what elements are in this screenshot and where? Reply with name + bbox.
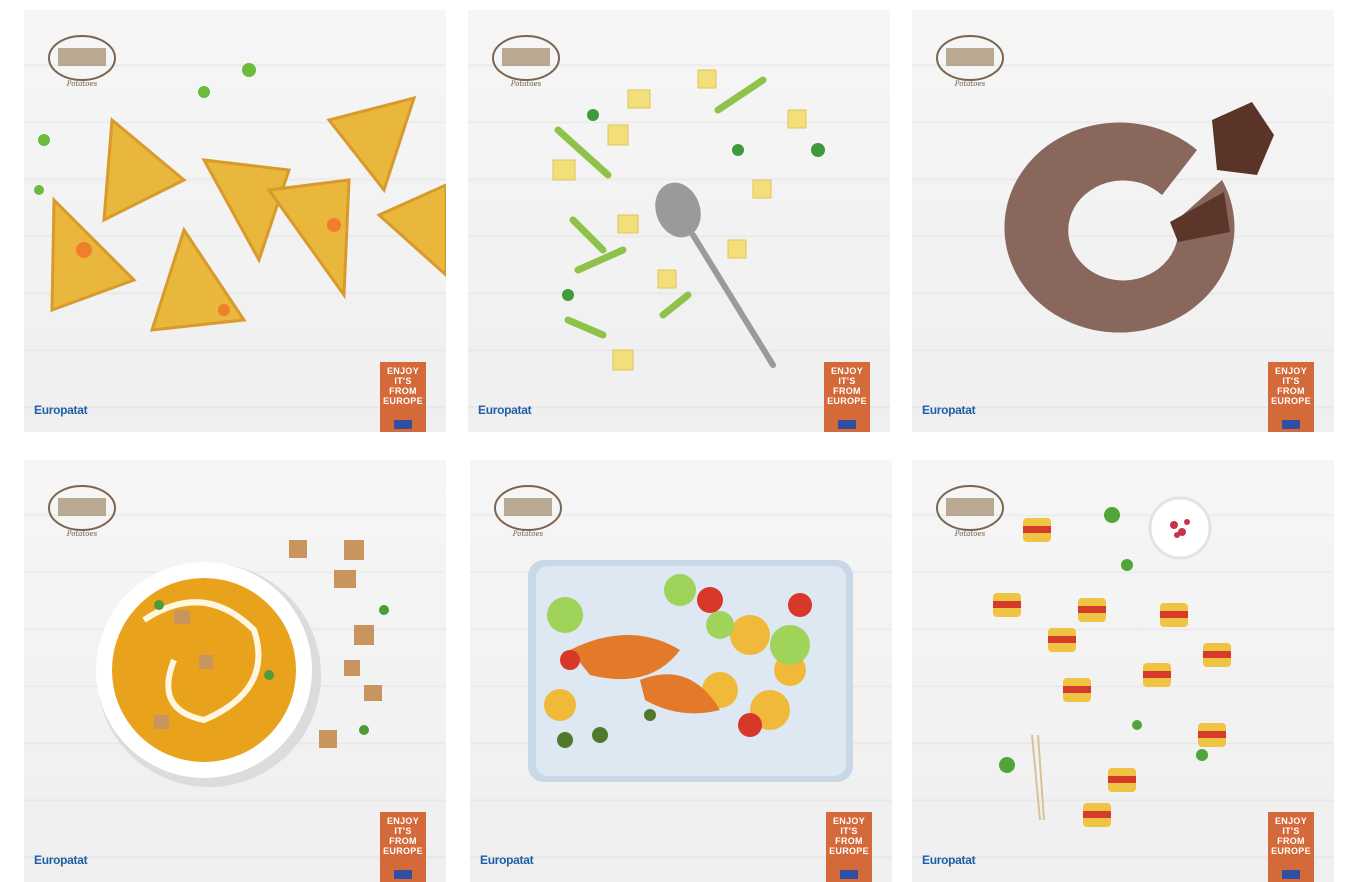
seal-label: Potatoes [954,530,986,538]
badge-line-1: ENJOY [830,366,863,376]
potatoes-seal-logo [494,485,562,531]
eu-flag-icon [838,420,856,429]
badge-line-2: IT'S FROM [1277,376,1305,396]
tile-pie-wedges: Potatoes Europatat ENJOY IT'S FROM EUROP… [24,10,446,432]
enjoy-badge: ENJOY IT'S FROM EUROPE [1268,812,1314,882]
badge-line-1: ENJOY [1274,366,1307,376]
eu-flag-icon [1282,420,1300,429]
europatat-logo: Europatat [34,403,88,417]
badge-line-1: ENJOY [832,816,865,826]
europatat-logo: Europatat [922,403,976,417]
seal-label: Potatoes [66,530,98,538]
badge-line-3: EUROPE [383,396,423,406]
tile-potato-skewers: Potatoes Europatat ENJOY IT'S FROM EUROP… [912,460,1334,882]
badge-line-1: ENJOY [1274,816,1307,826]
badge-line-3: EUROPE [829,846,869,856]
tile-salad-spoon: Potatoes Europatat ENJOY IT'S FROM EUROP… [468,10,890,432]
potatoes-seal-logo [48,485,116,531]
tile-pumpkin-soup: Potatoes Europatat ENJOY IT'S FROM EUROP… [24,460,446,882]
europatat-logo: Europatat [480,853,534,867]
enjoy-badge: ENJOY IT'S FROM EUROPE [826,812,872,882]
badge-line-1: ENJOY [386,816,419,826]
eu-flag-icon [394,420,412,429]
tile-chocolate-cake: Potatoes Europatat ENJOY IT'S FROM EUROP… [912,10,1334,432]
enjoy-badge: ENJOY IT'S FROM EUROPE [380,812,426,882]
seal-label: Potatoes [954,80,986,88]
enjoy-badge: ENJOY IT'S FROM EUROPE [1268,362,1314,432]
potatoes-seal-logo [48,35,116,81]
badge-line-2: IT'S FROM [389,826,417,846]
badge-line-2: IT'S FROM [389,376,417,396]
enjoy-badge: ENJOY IT'S FROM EUROPE [824,362,870,432]
badge-line-2: IT'S FROM [833,376,861,396]
seal-label: Potatoes [512,530,544,538]
badge-line-3: EUROPE [383,846,423,856]
potatoes-seal-logo [936,485,1004,531]
seal-label: Potatoes [66,80,98,88]
badge-line-3: EUROPE [1271,846,1311,856]
tile-potato-salad-platter: Potatoes Europatat ENJOY IT'S FROM EUROP… [470,460,892,882]
potatoes-seal-logo [492,35,560,81]
badge-line-2: IT'S FROM [1277,826,1305,846]
seal-label: Potatoes [510,80,542,88]
badge-line-3: EUROPE [1271,396,1311,406]
potatoes-seal-logo [936,35,1004,81]
badge-line-2: IT'S FROM [835,826,863,846]
europatat-logo: Europatat [922,853,976,867]
europatat-logo: Europatat [34,853,88,867]
badge-line-1: ENJOY [386,366,419,376]
enjoy-badge: ENJOY IT'S FROM EUROPE [380,362,426,432]
badge-line-3: EUROPE [827,396,867,406]
europatat-logo: Europatat [478,403,532,417]
